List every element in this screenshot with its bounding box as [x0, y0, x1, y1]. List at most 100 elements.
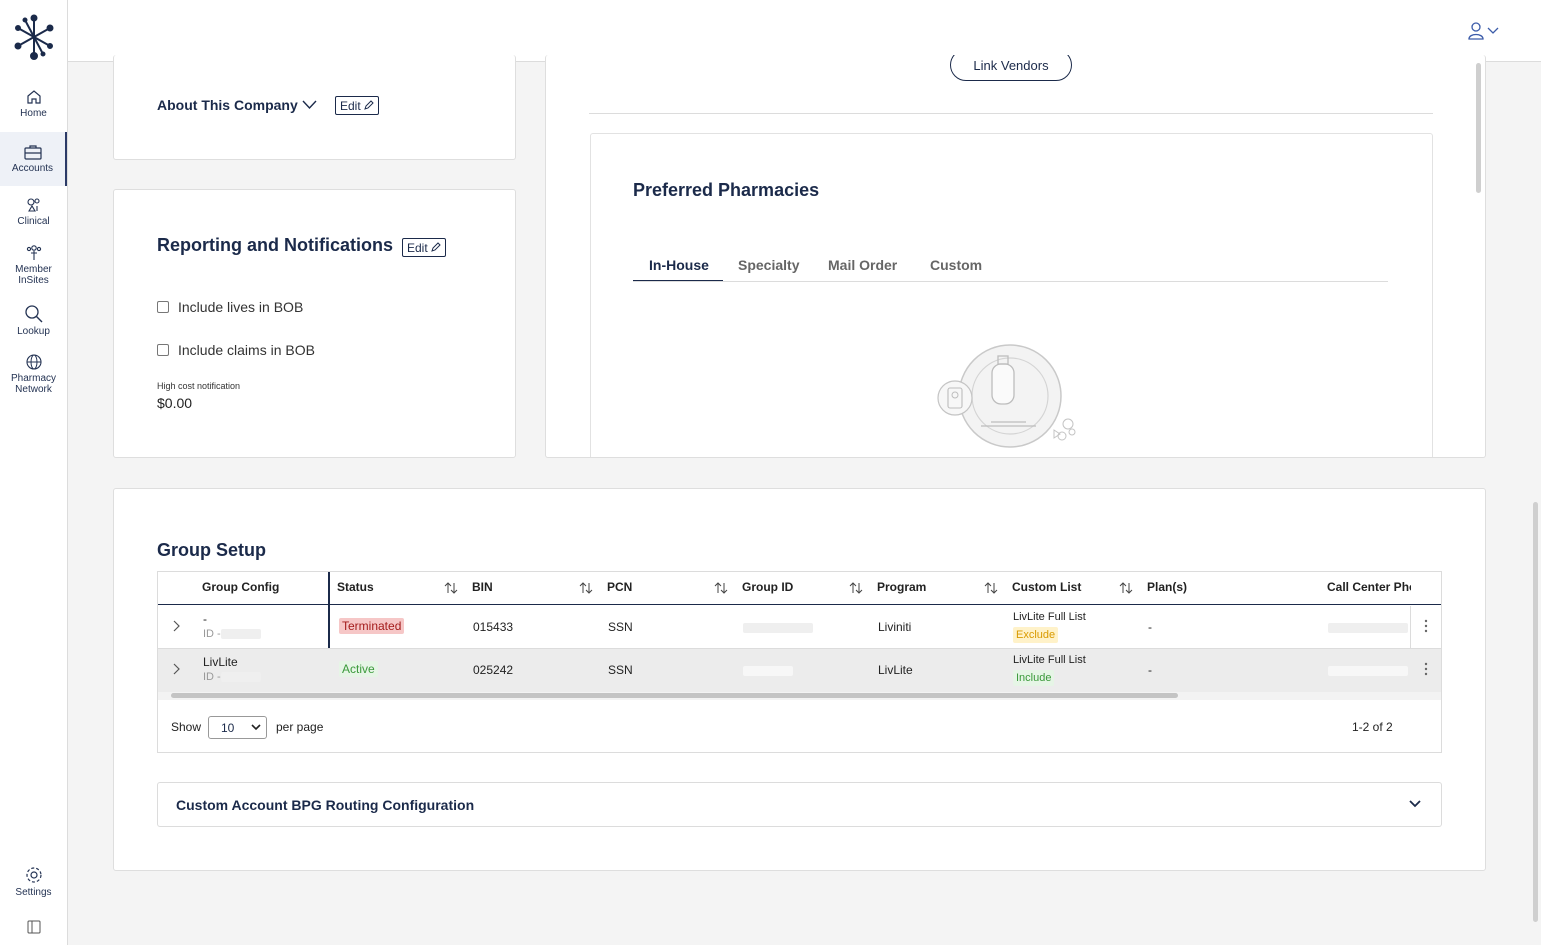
per-page-select[interactable]: 10 [208, 716, 267, 739]
group-setup-title: Group Setup [157, 540, 266, 560]
nav-lookup-label: Lookup [17, 326, 50, 337]
high-cost-value: $0.00 [157, 395, 193, 411]
row-program: Liviniti [878, 620, 912, 634]
tab-mail-order[interactable]: Mail Order [828, 257, 897, 273]
col-pcn: PCN [607, 580, 633, 594]
routing-title: Custom Account BPG Routing Configuration [176, 797, 475, 813]
row-bin: 025242 [473, 663, 514, 677]
status-badge: Active [339, 661, 378, 677]
include-badge: Include [1013, 670, 1055, 686]
group-setup-table: Group Config Status BIN PCN Group ID Pro… [157, 571, 1442, 753]
tab-custom[interactable]: Custom [930, 257, 982, 273]
chevron-right-icon[interactable] [173, 620, 181, 632]
sort-icon[interactable] [1119, 582, 1133, 594]
logo-icon [14, 14, 54, 60]
row-group-name: LivLite [203, 655, 238, 669]
nav-lookup[interactable]: Lookup [0, 304, 67, 338]
pharmacies-title: Preferred Pharmacies [633, 180, 820, 200]
col-group-id: Group ID [742, 580, 794, 594]
collapse-sidebar-icon[interactable] [27, 920, 41, 934]
row-bin: 015433 [473, 620, 514, 634]
nav-home[interactable]: Home [0, 88, 67, 122]
nav-accounts[interactable]: Accounts [0, 132, 67, 186]
row-custom-list: LivLite Full List [1013, 654, 1086, 666]
empty-pharmacy-illustration-icon [937, 344, 1076, 448]
pagination-summary: 1-2 of 2 [1352, 720, 1393, 734]
user-icon [1468, 22, 1484, 40]
more-options-icon[interactable] [1424, 662, 1428, 676]
sort-icon[interactable] [714, 582, 728, 594]
high-cost-label: High cost notification [157, 381, 241, 391]
chevron-down-icon [1409, 800, 1421, 808]
nav-pharmacy-network-label: Pharmacy Network [10, 373, 56, 395]
nav-member-insites[interactable]: Member InSites [0, 244, 67, 288]
user-menu[interactable] [1468, 22, 1499, 40]
col-plans: Plan(s) [1147, 580, 1188, 594]
include-lives-row[interactable]: Include lives in BOB [157, 299, 303, 315]
include-claims-label: Include claims in BOB [178, 342, 315, 358]
nav-member-insites-label: Member InSites [15, 264, 52, 286]
row-pcn: SSN [608, 620, 633, 634]
row-plans: - [1148, 663, 1152, 677]
reporting-edit-button[interactable]: Edit [402, 238, 446, 257]
chevron-down-icon[interactable] [302, 100, 317, 110]
include-claims-row[interactable]: Include claims in BOB [157, 342, 315, 358]
table-scrollbar-thumb[interactable] [171, 693, 1178, 698]
include-lives-checkbox[interactable] [157, 301, 169, 313]
sidebar: Home Accounts Clinical Member InSites Lo… [0, 0, 68, 945]
row-status: Active [339, 661, 378, 677]
row-custom-flag: Exclude [1013, 627, 1059, 643]
page-scrollbar[interactable] [1532, 62, 1539, 945]
nav-clinical-label: Clinical [17, 216, 50, 227]
row-group-id-label: ID - [203, 671, 261, 683]
row-group-id [743, 620, 813, 634]
chevron-right-icon[interactable] [173, 663, 181, 675]
row-plans: - [1148, 620, 1152, 634]
nav-pharmacy-network[interactable]: Pharmacy Network [0, 353, 67, 397]
nav-settings[interactable]: Settings [0, 865, 67, 899]
chevron-down-icon [1487, 27, 1499, 34]
page-scrollbar-thumb[interactable] [1533, 502, 1538, 922]
search-icon [24, 305, 42, 323]
row-call-center-phone [1328, 620, 1408, 634]
tab-specialty[interactable]: Specialty [738, 257, 799, 273]
per-page-value: 10 [221, 720, 235, 735]
about-title: About This Company [157, 97, 298, 113]
sort-icon[interactable] [984, 582, 998, 594]
reporting-card [113, 189, 516, 458]
col-group-config: Group Config [202, 580, 280, 594]
tab-in-house[interactable]: In-House [649, 257, 709, 273]
row-custom-flag: Include [1013, 670, 1055, 686]
sort-icon[interactable] [579, 582, 593, 594]
top-bar [68, 0, 1541, 62]
nav-home-label: Home [20, 108, 47, 119]
col-status: Status [337, 580, 374, 594]
col-custom-list: Custom List [1012, 580, 1082, 594]
row-group-id [743, 663, 793, 677]
briefcase-icon [23, 145, 42, 160]
status-badge: Terminated [339, 618, 405, 634]
link-vendors-label: Link Vendors [973, 57, 1049, 73]
about-edit-button[interactable]: Edit [335, 96, 379, 115]
chevron-down-icon [251, 724, 261, 731]
link-vendors-button[interactable]: Link Vendors [950, 55, 1072, 81]
exclude-badge: Exclude [1013, 627, 1059, 643]
nav-accounts-label: Accounts [11, 163, 54, 174]
clinical-icon [26, 198, 40, 212]
show-label: Show [171, 720, 202, 734]
row-status: Terminated [339, 618, 405, 634]
about-edit-label: Edit [340, 98, 361, 113]
nav-clinical[interactable]: Clinical [0, 196, 67, 230]
pencil-icon [363, 100, 374, 110]
sort-icon[interactable] [849, 582, 863, 594]
routing-accordion[interactable]: Custom Account BPG Routing Configuration [157, 782, 1442, 827]
more-options-icon[interactable] [1424, 619, 1428, 633]
col-call-center-phone: Call Center Phor [1327, 580, 1411, 594]
include-claims-checkbox[interactable] [157, 344, 169, 356]
sort-icon[interactable] [444, 582, 458, 594]
reporting-edit-label: Edit [407, 240, 428, 255]
col-program: Program [877, 580, 927, 594]
panel-scrollbar-thumb[interactable] [1476, 63, 1481, 193]
tabs-divider [633, 281, 1388, 282]
table-horizontal-scrollbar[interactable] [158, 692, 1441, 700]
